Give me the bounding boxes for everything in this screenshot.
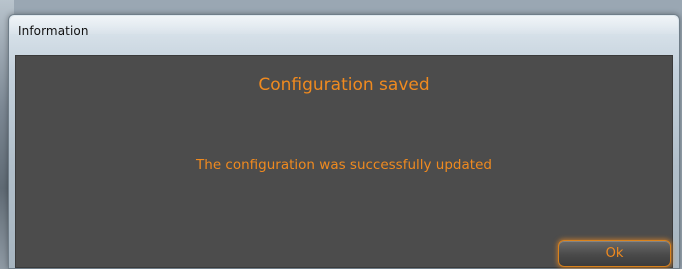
information-dialog: Information Configuration saved The conf… [8,14,680,269]
dialog-heading: Configuration saved [258,75,430,95]
window-title: Information [18,24,89,38]
dialog-message: The configuration was successfully updat… [196,157,492,173]
dialog-content-panel: Configuration saved The configuration wa… [15,55,673,268]
ok-button[interactable]: Ok [558,240,671,267]
